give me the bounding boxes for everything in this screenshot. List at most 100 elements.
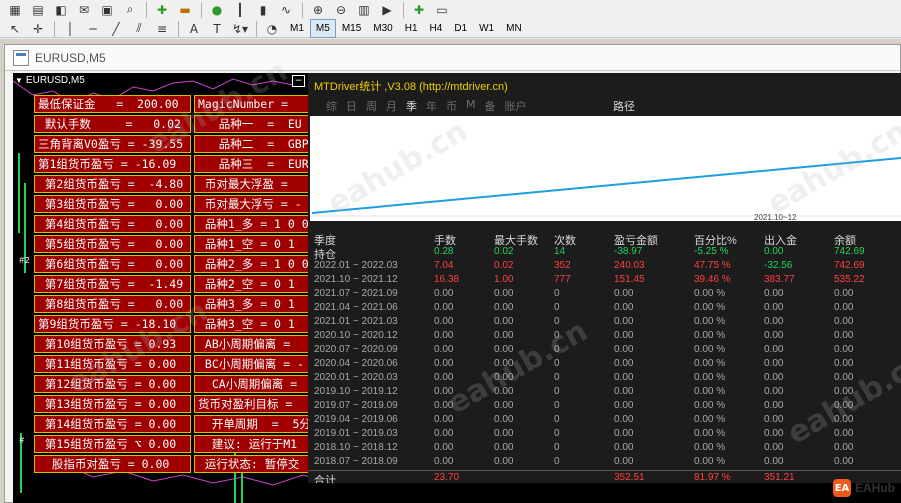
- panel-right-cell: BC小周期偏离 = -: [194, 355, 310, 373]
- stats-total-cell: 23.70: [434, 472, 460, 483]
- stats-tab[interactable]: 币: [446, 98, 457, 114]
- navigator-icon[interactable]: ✉: [73, 1, 95, 19]
- stats-tab[interactable]: 日: [346, 98, 357, 114]
- stats-table-cell: 0.00: [614, 386, 634, 397]
- candle-chart-icon[interactable]: ▮: [252, 1, 274, 19]
- stats-table-cell: 0.00: [434, 330, 454, 341]
- autoscroll-icon[interactable]: ▶: [376, 1, 398, 19]
- chart-symbol-text: EURUSD,M5: [25, 75, 85, 86]
- timeframe-w1-button[interactable]: W1: [473, 19, 500, 38]
- stats-table-cell: 383.77: [764, 274, 795, 285]
- stats-tab[interactable]: 年: [426, 98, 437, 114]
- zoom-out-icon[interactable]: ⊖: [330, 1, 352, 19]
- text-icon[interactable]: A: [183, 20, 205, 38]
- stats-tab[interactable]: 综: [326, 98, 337, 114]
- terminal-icon[interactable]: ▣: [96, 1, 118, 19]
- text-label-icon[interactable]: T: [206, 20, 228, 38]
- stats-holding-cell: 742.69: [834, 246, 865, 257]
- indicators-icon[interactable]: ✚: [408, 1, 430, 19]
- stats-table-cell: 0.00: [494, 414, 514, 425]
- panel-right-cell: AB小周期偏离 =: [194, 335, 310, 353]
- stats-table-cell: 0.00 %: [694, 400, 726, 411]
- stats-table-cell: 2022.01 ~ 2022.03: [314, 260, 398, 271]
- timeframe-m1-button[interactable]: M1: [284, 19, 310, 38]
- panel-minimize-icon[interactable]: −: [292, 75, 305, 87]
- stats-tab[interactable]: 账户: [505, 98, 527, 114]
- panel-left-cell: 第1组货币盈亏 = -16.09: [34, 155, 191, 173]
- stats-table-cell: 0.00: [614, 358, 634, 369]
- panel-right-cell: 品种1_空 = 0 1: [194, 235, 310, 253]
- panel-right-cell: CA小周期偏离 =: [194, 375, 310, 393]
- stats-tab[interactable]: 备: [485, 98, 496, 114]
- stats-table-row: 2019.10 ~ 2019.12 0.00 0.00 0 0.00 0.00 % 0.00…: [308, 386, 901, 400]
- stats-table-row: 2022.01 ~ 2022.03 7.04 0.02 352 240.03 47.75 …: [308, 260, 901, 274]
- tab-path[interactable]: 路径: [613, 98, 635, 114]
- stats-table-cell: 0.02: [494, 260, 514, 271]
- stats-total-cell: 合计: [314, 475, 336, 483]
- expert-icon[interactable]: ▬: [174, 1, 196, 19]
- toolbar-top-row: ▦ ▤ ◧ ✉ ▣ ⌕ ✚ ▬ ● ┃ ▮ ∿ ⊕ ⊖ ▥ ▶ ✚ ▭: [4, 0, 454, 19]
- stats-table-cell: 2021.07 ~ 2021.09: [314, 288, 398, 299]
- panel-left-cell: 股指币对盈亏 = 0.00: [34, 455, 191, 473]
- stats-table-cell: 0.00: [834, 358, 854, 369]
- templates-icon[interactable]: ▭: [431, 1, 453, 19]
- chart-window-title: EURUSD,M5: [35, 50, 106, 65]
- timeframe-m5-button[interactable]: M5: [309, 19, 336, 38]
- panel-right-cell: 开单周期 = 5分: [194, 415, 310, 433]
- stats-tab[interactable]: 周: [366, 98, 377, 114]
- collapse-triangle-icon[interactable]: ▼: [15, 76, 23, 85]
- panel-right-cell: 运行状态: 暂停交: [194, 455, 310, 473]
- panel-right-cell: 品种3_多 = 0 1: [194, 295, 310, 313]
- new-chart-icon[interactable]: ▦: [4, 1, 26, 19]
- timeframe-m30-button[interactable]: M30: [367, 19, 398, 38]
- stats-table-cell: 0.00: [434, 316, 454, 327]
- stats-table-cell: 0.00 %: [694, 386, 726, 397]
- panel-right-cell: 品种2_空 = 0 1: [194, 275, 310, 293]
- stats-tab[interactable]: M: [466, 98, 476, 114]
- stats-table-cell: 0.00: [434, 372, 454, 383]
- stats-table-cell: 0.00: [764, 302, 784, 313]
- cursor-icon[interactable]: ↖: [4, 20, 26, 38]
- stats-table-cell: 0.00: [614, 414, 634, 425]
- toolbar-separator: [302, 1, 303, 18]
- timeframe-h1-button[interactable]: H1: [399, 19, 424, 38]
- stats-table-cell: 0: [554, 428, 560, 439]
- stats-table-cell: 0.00: [434, 414, 454, 425]
- chart-window-titlebar[interactable]: EURUSD,M5: [5, 45, 900, 71]
- tile-icon[interactable]: ▥: [353, 1, 375, 19]
- stats-tab[interactable]: 月: [386, 98, 397, 114]
- stats-table-cell: 0.00: [494, 456, 514, 467]
- tester-icon[interactable]: ⌕: [119, 1, 141, 19]
- line-chart-icon[interactable]: ∿: [275, 1, 297, 19]
- stats-table-row: 2020.01 ~ 2020.03 0.00 0.00 0 0.00 0.00 % 0.00…: [308, 372, 901, 386]
- stats-table-cell: 47.75 %: [694, 260, 731, 271]
- timeframe-h4-button[interactable]: H4: [424, 19, 449, 38]
- stats-table-cell: 0.00: [764, 330, 784, 341]
- panel-right-cell: 货币对盈利目标 =: [194, 395, 310, 413]
- crosshair-icon[interactable]: ✛: [27, 20, 49, 38]
- fibonacci-icon[interactable]: ≡: [151, 20, 173, 38]
- toolbar-separator: [201, 1, 202, 18]
- stats-tab[interactable]: 季: [406, 98, 417, 114]
- stats-table-cell: 0.00 %: [694, 358, 726, 369]
- timeframe-mn-button[interactable]: MN: [500, 19, 528, 38]
- panel-right-cell: 品种2_多 = 1 0 0: [194, 255, 310, 273]
- profiles-icon[interactable]: ▤: [27, 1, 49, 19]
- market-watch-icon[interactable]: ◧: [50, 1, 72, 19]
- stats-table-row: 2021.10 ~ 2021.12 16.38 1.00 777 151.45 39.46…: [308, 274, 901, 288]
- arrows-icon[interactable]: ↯▾: [229, 20, 251, 38]
- timeframe-m15-button[interactable]: M15: [336, 19, 367, 38]
- vertical-line-icon[interactable]: │: [59, 20, 81, 38]
- bar-chart-icon[interactable]: ┃: [229, 1, 251, 19]
- horizontal-line-icon[interactable]: ─: [82, 20, 104, 38]
- stats-table-cell: 0: [554, 386, 560, 397]
- zoom-in-icon[interactable]: ⊕: [307, 1, 329, 19]
- timeframe-d1-button[interactable]: D1: [448, 19, 473, 38]
- equidistant-channel-icon[interactable]: ⫽: [128, 20, 150, 38]
- trendline-icon[interactable]: ╱: [105, 20, 127, 38]
- stats-table-cell: 0.00 %: [694, 302, 726, 313]
- autotrading-icon[interactable]: ●: [206, 1, 228, 19]
- panel-left-cell: 第14组货币盈亏 = 0.00: [34, 415, 191, 433]
- periods-icon[interactable]: ◔: [261, 20, 283, 38]
- new-order-icon[interactable]: ✚: [151, 1, 173, 19]
